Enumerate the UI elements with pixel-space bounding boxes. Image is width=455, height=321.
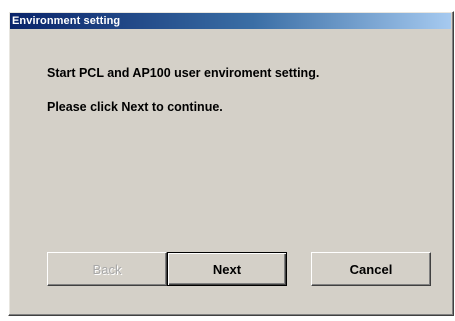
instruction-message: Please click Next to continue. — [47, 100, 223, 114]
back-button[interactable]: Back — [47, 252, 167, 286]
cancel-button[interactable]: Cancel — [311, 252, 431, 286]
next-button[interactable]: Next — [167, 252, 287, 286]
intro-message: Start PCL and AP100 user enviroment sett… — [47, 66, 320, 80]
environment-setting-dialog: Environment setting Start PCL and AP100 … — [8, 11, 454, 316]
window-title: Environment setting — [12, 15, 121, 27]
title-bar[interactable]: Environment setting — [10, 13, 451, 29]
